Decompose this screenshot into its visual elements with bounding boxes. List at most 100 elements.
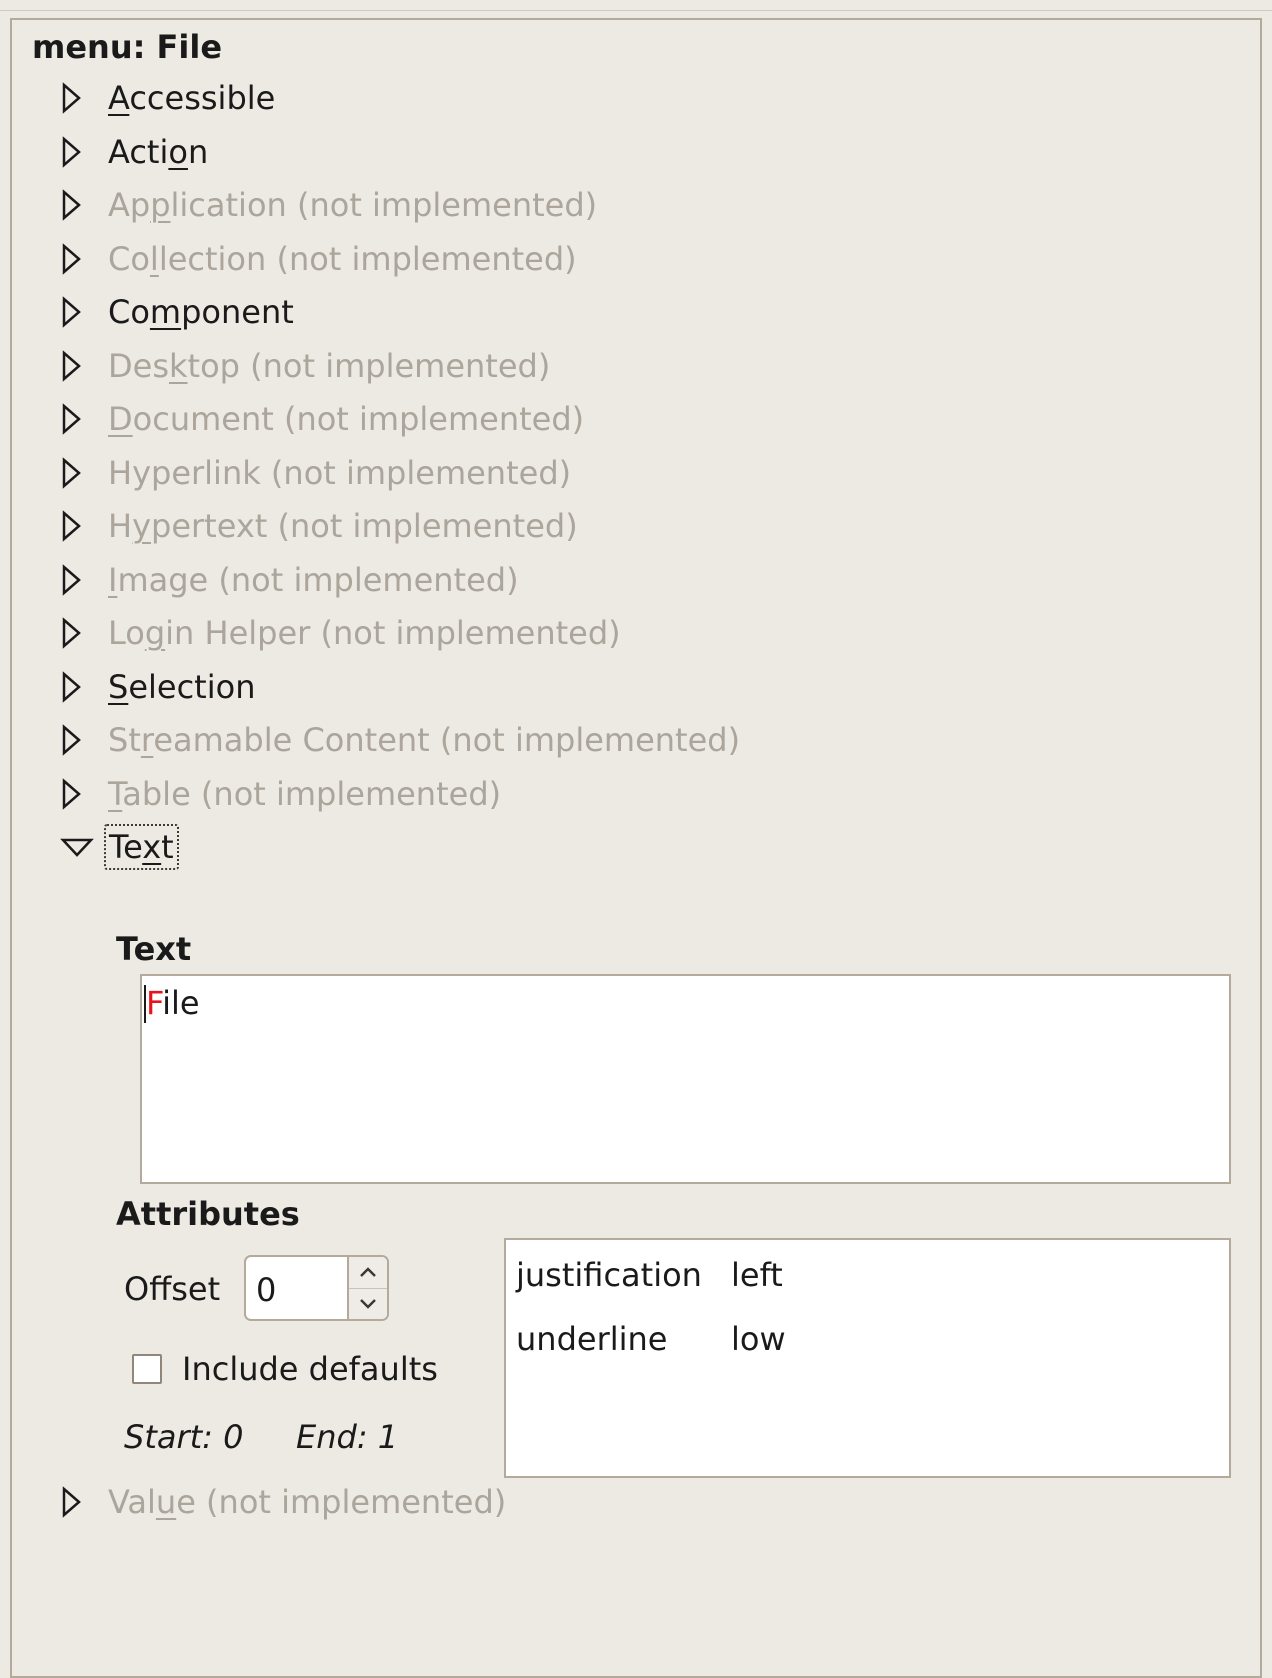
interface-expander[interactable]: Application (not implemented) xyxy=(60,181,597,229)
include-defaults-label[interactable]: Include defaults xyxy=(182,1350,438,1388)
attribute-row[interactable]: justification left xyxy=(516,1250,783,1300)
end-offset-label: End: 1 xyxy=(296,1418,399,1456)
label-text: lection (not implemented) xyxy=(158,240,577,278)
panel-title: menu: File xyxy=(32,28,223,66)
expander-collapsed-icon xyxy=(62,510,81,542)
interface-expander[interactable]: Hyperlink (not implemented) xyxy=(60,449,571,497)
interface-expander[interactable]: Login Helper (not implemented) xyxy=(60,609,621,657)
interface-label: Document (not implemented) xyxy=(98,400,584,438)
label-text: t xyxy=(161,828,174,866)
expander-collapsed-icon xyxy=(62,778,81,810)
chevron-down-icon xyxy=(360,1298,376,1309)
expander-toggle[interactable] xyxy=(60,400,98,438)
spin-down-button[interactable] xyxy=(349,1289,387,1320)
expander-toggle[interactable] xyxy=(60,293,98,331)
expander-collapsed-icon xyxy=(62,350,81,382)
interface-expander[interactable]: Action xyxy=(60,128,208,176)
interface-expander[interactable]: Streamable Content (not implemented) xyxy=(60,716,740,764)
label-text: St xyxy=(108,721,141,759)
interface-expander[interactable]: Accessible xyxy=(60,74,275,122)
interface-expander[interactable]: Selection xyxy=(60,663,255,711)
label-text: Des xyxy=(108,347,169,385)
expander-toggle[interactable] xyxy=(60,454,98,492)
interface-label: Action xyxy=(98,133,208,171)
mnemonic-char: o xyxy=(168,133,188,171)
expander-toggle[interactable] xyxy=(60,186,98,224)
label-text: H xyxy=(108,507,133,545)
mnemonic-char: g xyxy=(144,614,166,652)
window-top-edge xyxy=(0,0,1272,11)
interface-label: Login Helper (not implemented) xyxy=(98,614,621,652)
interface-expander[interactable]: Text xyxy=(60,823,179,871)
label-text: lication (not implemented) xyxy=(170,186,598,224)
interface-label: Streamable Content (not implemented) xyxy=(98,721,740,759)
expander-collapsed-icon xyxy=(62,403,81,435)
expander-collapsed-icon xyxy=(62,243,81,275)
expander-toggle[interactable] xyxy=(60,79,98,117)
include-defaults-checkbox[interactable] xyxy=(132,1354,162,1384)
interface-label: Image (not implemented) xyxy=(98,561,519,599)
label-text: Ap xyxy=(108,186,151,224)
label-text: n xyxy=(187,133,209,171)
start-offset-label: Start: 0 xyxy=(124,1418,244,1456)
expander-toggle[interactable] xyxy=(60,721,98,759)
interface-label: Hypertext (not implemented) xyxy=(98,507,578,545)
attribute-row[interactable]: underline low xyxy=(516,1314,786,1364)
interface-label: Text xyxy=(104,824,179,870)
interface-label: Application (not implemented) xyxy=(98,186,597,224)
expander-toggle[interactable] xyxy=(60,1483,98,1521)
expander-collapsed-icon xyxy=(62,136,81,168)
expander-toggle[interactable] xyxy=(60,828,98,866)
interface-label: Collection (not implemented) xyxy=(98,240,577,278)
interface-expander[interactable]: Component xyxy=(60,288,294,336)
interface-label: Table (not implemented) xyxy=(98,775,501,813)
expander-collapsed-icon xyxy=(62,296,81,328)
interface-expander[interactable]: Hypertext (not implemented) xyxy=(60,502,578,550)
text-content-view[interactable]: File xyxy=(140,974,1231,1184)
expander-toggle[interactable] xyxy=(60,507,98,545)
label-text: Lo xyxy=(108,614,145,652)
offset-spinbutton[interactable]: 0 xyxy=(244,1255,389,1321)
label-text: Acti xyxy=(108,133,169,171)
selected-character: F xyxy=(146,984,163,1022)
expander-toggle[interactable] xyxy=(60,133,98,171)
spin-up-button[interactable] xyxy=(349,1257,387,1289)
expander-toggle[interactable] xyxy=(60,240,98,278)
expander-toggle[interactable] xyxy=(60,561,98,599)
label-text: Co xyxy=(108,240,150,278)
expander-toggle[interactable] xyxy=(60,347,98,385)
label-text: ccessible xyxy=(129,79,276,117)
interface-expander[interactable]: Desktop (not implemented) xyxy=(60,342,550,390)
mnemonic-char: T xyxy=(108,775,123,813)
mnemonic-char: u xyxy=(155,1483,177,1521)
attribute-name: underline xyxy=(516,1320,668,1358)
mnemonic-char: S xyxy=(108,668,129,706)
label-text: able (not implemented) xyxy=(122,775,502,813)
offset-label: Offset xyxy=(124,1270,221,1308)
mnemonic-char: r xyxy=(140,721,154,759)
text-heading: Text xyxy=(116,930,192,968)
expander-toggle[interactable] xyxy=(60,775,98,813)
attributes-list[interactable]: justification left underline low xyxy=(504,1238,1231,1478)
expander-collapsed-icon xyxy=(62,564,81,596)
mnemonic-char: k xyxy=(169,347,188,385)
mnemonic-char: p xyxy=(150,186,171,224)
expander-collapsed-icon xyxy=(62,617,81,649)
interface-expander[interactable]: Collection (not implemented) xyxy=(60,235,577,283)
label-text: e (not implemented) xyxy=(176,1483,507,1521)
interface-label: Hyperlink (not implemented) xyxy=(98,454,571,492)
interface-expander[interactable]: Value (not implemented) xyxy=(60,1478,506,1526)
mnemonic-char: x xyxy=(142,828,162,866)
expander-toggle[interactable] xyxy=(60,668,98,706)
mnemonic-char: y xyxy=(132,507,151,545)
offset-value[interactable]: 0 xyxy=(246,1257,347,1319)
interface-label: Value (not implemented) xyxy=(98,1483,506,1521)
expander-collapsed-icon xyxy=(62,724,81,756)
interface-label: Component xyxy=(98,293,294,331)
interface-expander[interactable]: Document (not implemented) xyxy=(60,395,584,443)
interface-expander[interactable]: Table (not implemented) xyxy=(60,770,501,818)
expander-toggle[interactable] xyxy=(60,614,98,652)
attribute-value: left xyxy=(731,1256,783,1294)
interface-expander[interactable]: Image (not implemented) xyxy=(60,556,519,604)
interface-label: Selection xyxy=(98,668,255,706)
